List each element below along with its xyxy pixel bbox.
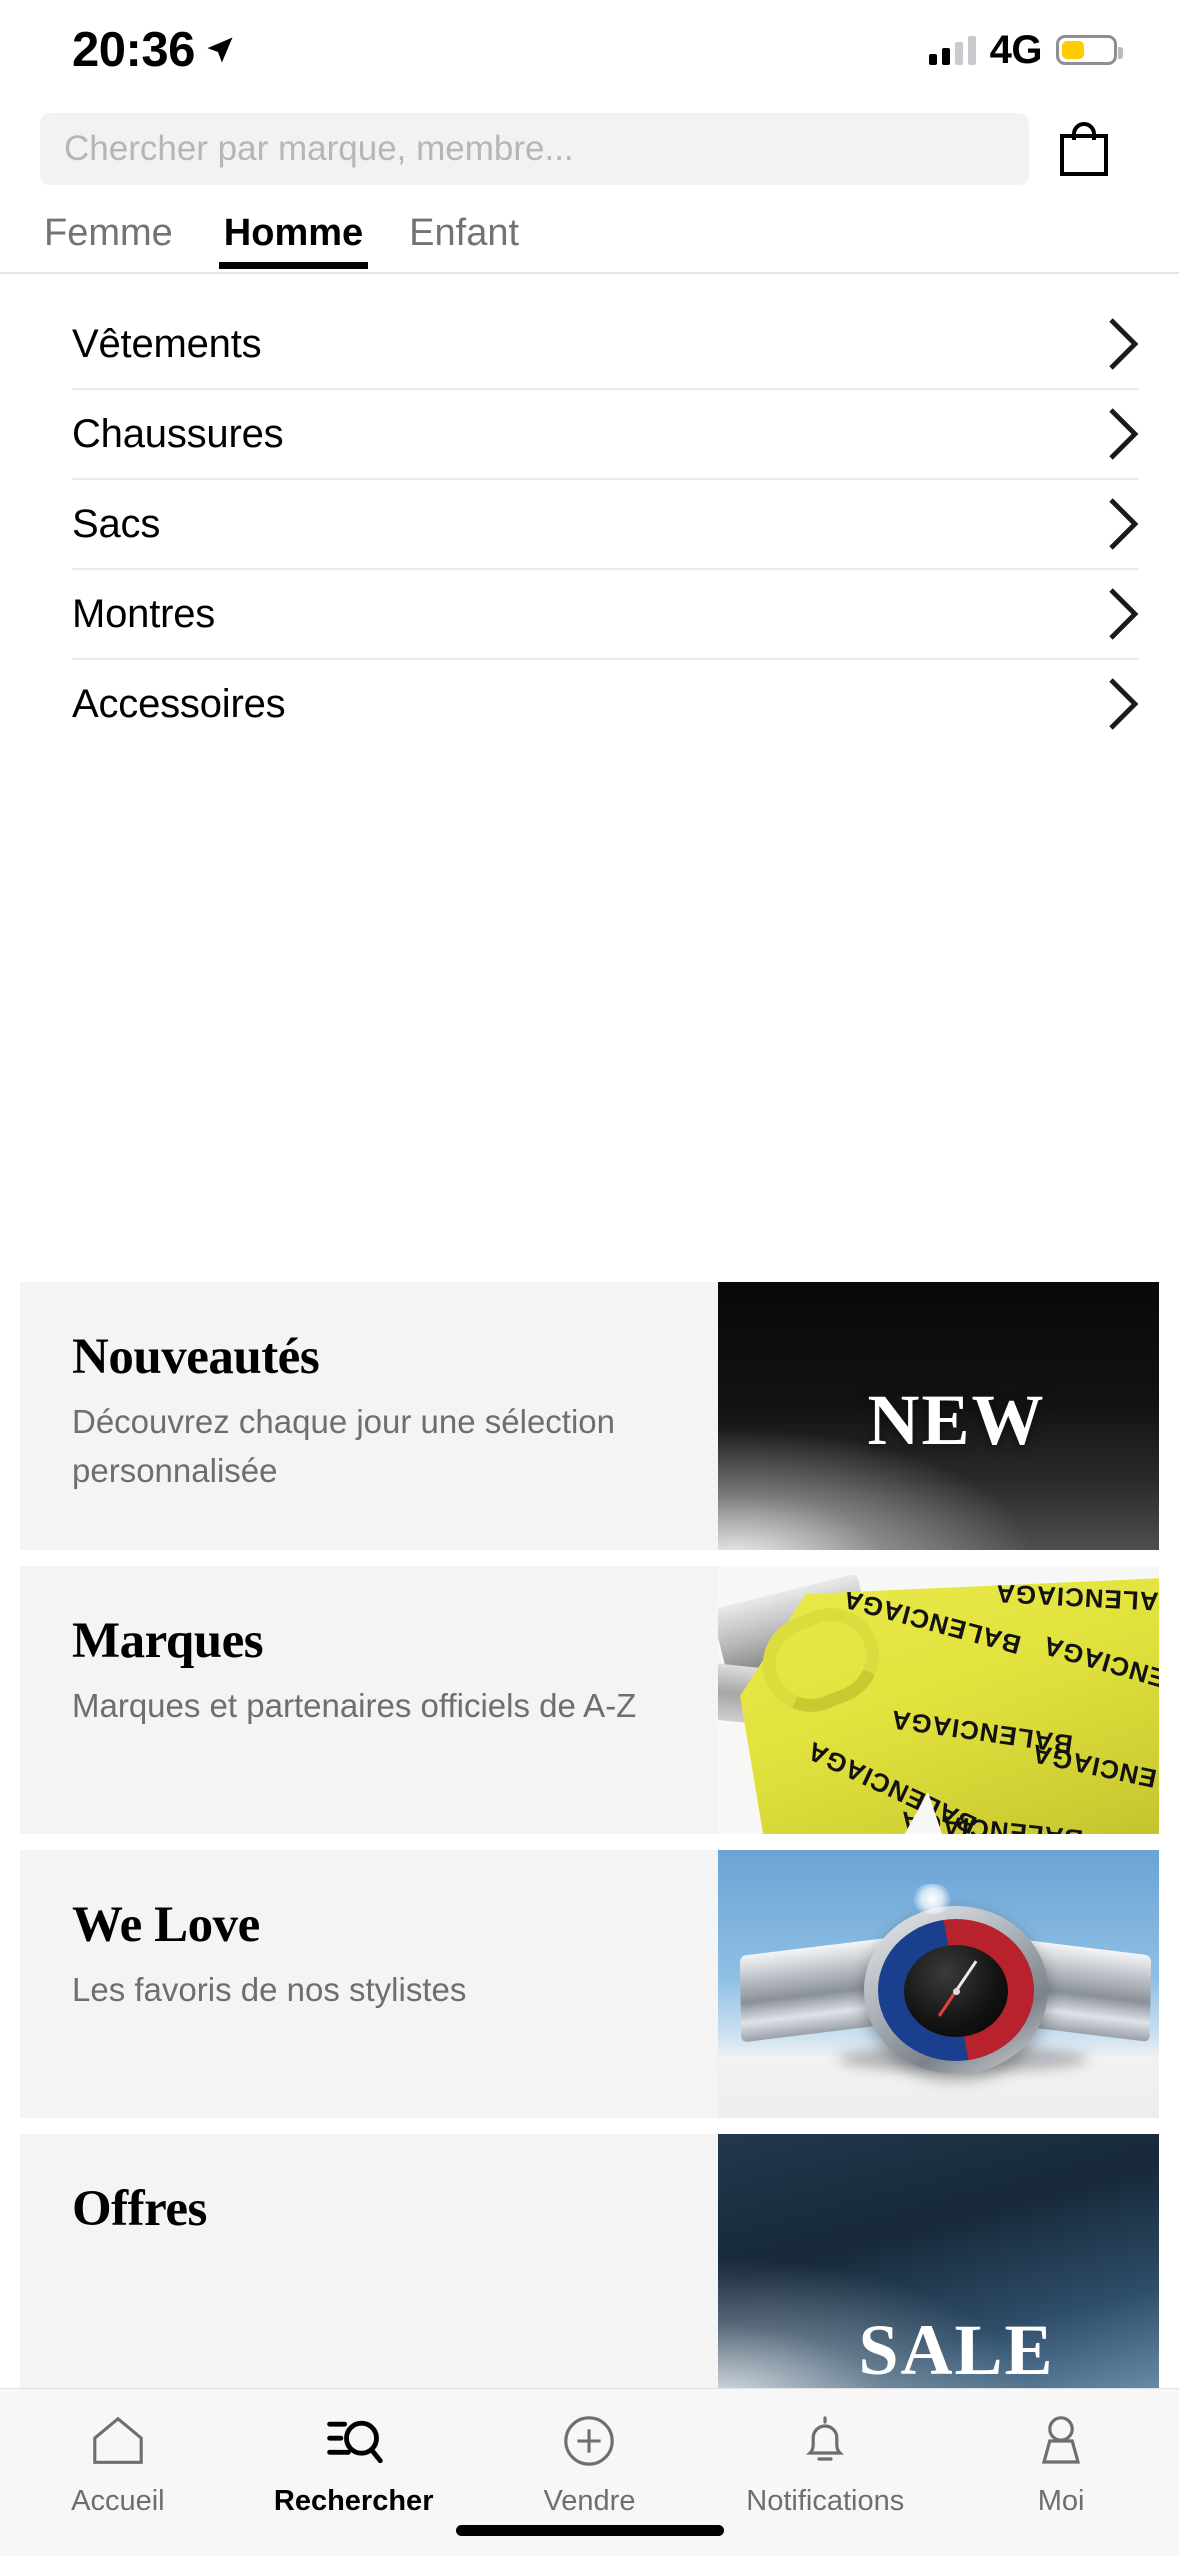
- category-label: Accessoires: [72, 681, 286, 726]
- nav-label: Accueil: [71, 2485, 165, 2517]
- promo-card-image-new: NEW: [718, 1282, 1159, 1550]
- tab-femme[interactable]: Femme: [44, 206, 196, 273]
- watch-case: [864, 1906, 1048, 2074]
- promo-card-image-sale: SALE: [718, 2134, 1159, 2402]
- search-field-wrapper[interactable]: [40, 113, 1029, 185]
- tab-homme[interactable]: Homme: [201, 206, 386, 273]
- home-icon: [89, 2411, 147, 2471]
- nav-label: Notifications: [746, 2485, 905, 2517]
- person-icon: [1033, 2411, 1089, 2471]
- category-row-montres[interactable]: Montres: [0, 570, 1179, 658]
- category-label: Sacs: [72, 501, 161, 546]
- category-row-accessoires[interactable]: Accessoires: [0, 660, 1179, 748]
- status-time: 20:36: [72, 23, 195, 77]
- category-list: Vêtements Chaussures Sacs Montres Access…: [0, 274, 1179, 748]
- tab-enfant-label: Enfant: [409, 212, 520, 254]
- promo-card-text: Marques Marques et partenaires officiels…: [20, 1566, 718, 1834]
- promo-card-subtitle: Marques et partenaires officiels de A-Z: [72, 1687, 637, 1724]
- home-indicator: [455, 2525, 724, 2536]
- promo-card-subtitle: Les favoris de nos stylistes: [72, 1971, 467, 2008]
- nav-label: Rechercher: [273, 2485, 434, 2517]
- promo-card-title: Nouveautés: [72, 1329, 320, 1385]
- promo-card-text: We Love Les favoris de nos stylistes: [20, 1850, 718, 2118]
- brand-text: BALENCIAGA: [1039, 1630, 1159, 1710]
- chevron-right-icon: [1107, 316, 1139, 372]
- status-bar-left: 20:36: [72, 22, 235, 78]
- watch-bezel: [878, 1919, 1034, 2061]
- category-label: Vêtements: [72, 321, 262, 366]
- category-label: Montres: [72, 591, 216, 636]
- promo-card-title: Offres: [72, 2181, 207, 2237]
- promo-card-list: Nouveautés Découvrez chaque jour une sél…: [0, 1282, 1179, 2418]
- chevron-right-icon: [1107, 676, 1139, 732]
- promo-card-title: Marques: [72, 1613, 264, 1669]
- search-input[interactable]: [64, 129, 1005, 169]
- tab-enfant[interactable]: Enfant: [386, 206, 542, 273]
- chevron-right-icon: [1107, 496, 1139, 552]
- shopping-bag-button[interactable]: [1029, 120, 1139, 178]
- search-icon: [324, 2411, 384, 2471]
- promo-card-we-love[interactable]: We Love Les favoris de nos stylistes: [20, 1850, 1159, 2118]
- nav-item-moi[interactable]: Moi: [943, 2411, 1179, 2518]
- nav-item-accueil[interactable]: Accueil: [0, 2411, 236, 2518]
- nav-label: Vendre: [543, 2485, 636, 2517]
- category-row-sacs[interactable]: Sacs: [0, 480, 1179, 568]
- promo-image-word: NEW: [867, 1379, 1046, 1460]
- chevron-right-icon: [1107, 586, 1139, 642]
- nav-label: Moi: [1037, 2485, 1085, 2517]
- watch-hand: [954, 1960, 978, 1992]
- shopping-bag-icon: [1058, 120, 1110, 178]
- search-header: [0, 107, 1179, 191]
- promo-card-nouveautes[interactable]: Nouveautés Découvrez chaque jour une sél…: [20, 1282, 1159, 1550]
- promo-card-text: Offres: [20, 2134, 718, 2402]
- promo-image-word: SALE: [858, 2310, 1055, 2390]
- cellular-signal-icon: [928, 35, 976, 65]
- promo-card-offres[interactable]: Offres SALE: [20, 2134, 1159, 2402]
- category-label: Chaussures: [72, 411, 284, 456]
- location-arrow-icon: [205, 35, 235, 65]
- category-row-vetements[interactable]: Vêtements: [0, 300, 1179, 388]
- tab-homme-label: Homme: [223, 212, 364, 254]
- bell-icon: [797, 2411, 853, 2471]
- tab-active-underline: [218, 262, 369, 269]
- promo-card-image-balenciaga-sweater: BALENCIAGA BALENCIAGA BALENCIAGA BALENCI…: [718, 1566, 1159, 1834]
- tab-femme-label: Femme: [44, 212, 173, 254]
- brand-text: BALENCIAGA: [898, 1805, 1085, 1834]
- status-bar-right: 4G: [928, 27, 1123, 73]
- status-bar: 20:36 4G: [0, 0, 1179, 100]
- watch-dial: [904, 1945, 1008, 2037]
- lens-glint: [910, 1884, 954, 1914]
- promo-card-image-rolex-watch: [718, 1850, 1159, 2118]
- battery-icon: [1056, 35, 1123, 65]
- brand-text: BALENCIAGA: [994, 1578, 1159, 1618]
- plus-circle-icon: [560, 2411, 618, 2471]
- chevron-right-icon: [1107, 406, 1139, 462]
- nav-item-rechercher[interactable]: Rechercher: [236, 2411, 472, 2518]
- network-type-label: 4G: [989, 27, 1043, 72]
- watch-center-pin: [953, 1988, 960, 1995]
- promo-card-text: Nouveautés Découvrez chaque jour une sél…: [20, 1282, 718, 1550]
- nav-item-vendre[interactable]: Vendre: [472, 2411, 708, 2518]
- gender-tabs: Femme Homme Enfant: [0, 206, 1179, 273]
- promo-card-subtitle: Découvrez chaque jour une sélection pers…: [72, 1403, 616, 1489]
- nav-item-notifications[interactable]: Notifications: [707, 2411, 943, 2518]
- app-screen: 20:36 4G Chercher par marque, membre... …: [0, 0, 1179, 2556]
- promo-card-marques[interactable]: Marques Marques et partenaires officiels…: [20, 1566, 1159, 1834]
- promo-card-title: We Love: [72, 1897, 260, 1953]
- category-row-chaussures[interactable]: Chaussures: [0, 390, 1179, 478]
- brand-text: BALENCIAGA: [1028, 1738, 1159, 1806]
